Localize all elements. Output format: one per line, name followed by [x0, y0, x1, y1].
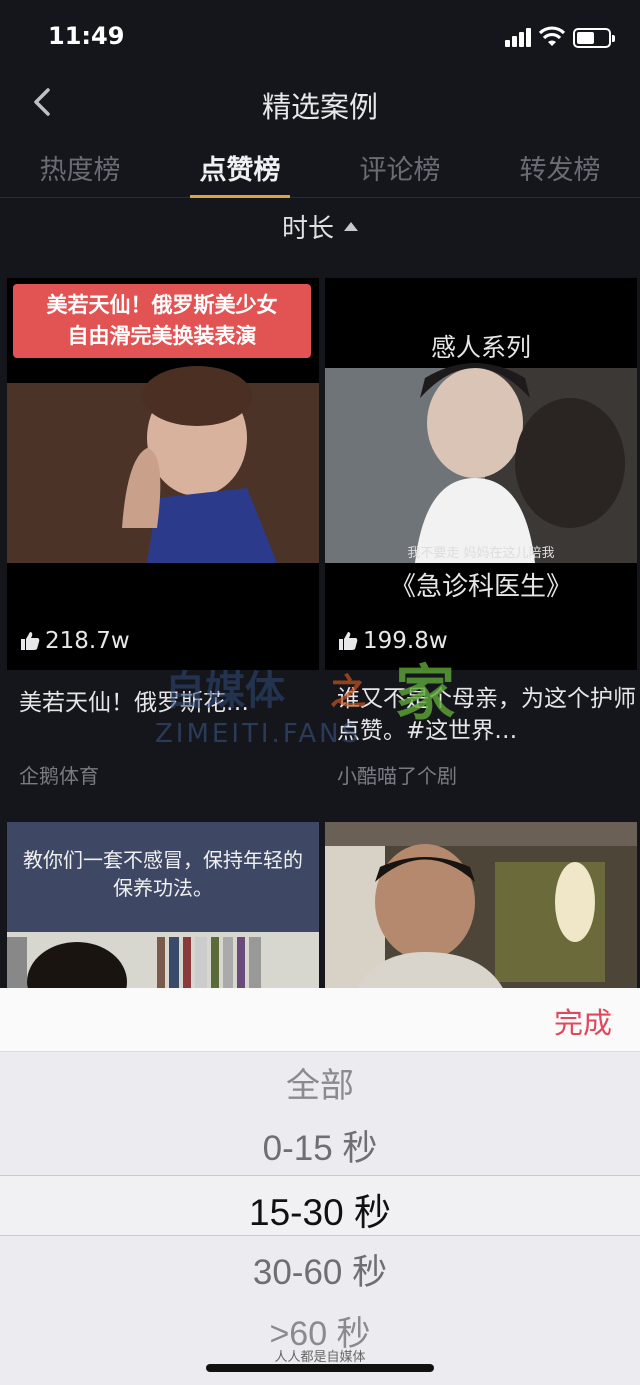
picker-option-15-30[interactable]: 15-30 秒: [0, 1182, 640, 1236]
page-title: 精选案例: [261, 90, 378, 124]
thumbs-up-icon: [21, 632, 40, 650]
done-button[interactable]: 完成: [554, 1000, 612, 1042]
video-card[interactable]: 感人系列 我不要走 妈妈在这儿陪我 《急诊科医生》 199.8w 谁又不是个母亲…: [325, 278, 637, 798]
nav-bar: 精选案例: [0, 70, 640, 134]
tab-hot[interactable]: 热度榜: [0, 136, 160, 197]
duration-filter[interactable]: 时长: [0, 208, 640, 245]
duration-filter-label: 时长: [281, 214, 334, 244]
battery-level: [577, 32, 594, 44]
tab-likes[interactable]: 点赞榜: [160, 136, 320, 198]
picker-option-30-60[interactable]: 30-60 秒: [0, 1244, 640, 1295]
video-thumbnail: 美若天仙！俄罗斯美少女 自由滑完美换装表演 218.7w: [7, 278, 319, 670]
thumbs-up-icon: [339, 632, 358, 650]
man-portrait-image: [325, 822, 637, 988]
video-card[interactable]: [325, 822, 637, 988]
like-count-value: 199.8w: [363, 628, 448, 654]
video-card[interactable]: 美若天仙！俄罗斯美少女 自由滑完美换装表演 218.7w 美若天仙！俄罗斯花… …: [7, 278, 319, 798]
video-title: 谁又不是个母亲，为这个护师点赞。#这世界…: [337, 686, 636, 744]
video-thumbnail: 教你们一套不感冒，保持年轻的保养功法。: [7, 822, 319, 988]
video-author[interactable]: 小酷喵了个剧: [337, 760, 457, 789]
like-count: 218.7w: [19, 628, 130, 654]
tab-comments[interactable]: 评论榜: [320, 136, 480, 197]
video-author[interactable]: 企鹅体育: [19, 760, 99, 789]
battery-icon: [573, 28, 615, 48]
status-time: 11:49: [48, 22, 125, 50]
like-count: 199.8w: [337, 628, 448, 654]
footer-watermark: 人人都是自媒体: [0, 1346, 640, 1365]
ranking-tabs: 热度榜 点赞榜 评论榜 转发榜: [0, 136, 640, 198]
video-caption: 教你们一套不感冒，保持年轻的保养功法。: [23, 848, 303, 900]
video-subtitle: 我不要走 妈妈在这儿陪我: [407, 546, 555, 561]
video-caption: 美若天仙！俄罗斯美少女 自由滑完美换装表演: [13, 284, 311, 358]
video-title: 美若天仙！俄罗斯花…: [19, 690, 249, 716]
wifi-icon: [539, 26, 565, 46]
picker-option-all[interactable]: 全部: [0, 1058, 640, 1107]
footer-watermark-text: 人人都是自媒体: [274, 1350, 366, 1365]
picker-option-0-15[interactable]: 0-15 秒: [0, 1120, 640, 1171]
video-thumbnail: 感人系列 我不要走 妈妈在这儿陪我 《急诊科医生》 199.8w: [325, 278, 637, 670]
status-bar: 11:49: [0, 0, 640, 80]
like-count-value: 218.7w: [45, 628, 130, 654]
cellular-signal-icon: [505, 28, 531, 47]
video-thumbnail: [325, 822, 637, 988]
video-caption: 感人系列: [430, 333, 531, 362]
caret-up-icon: [344, 222, 358, 231]
video-caption-bottom: 《急诊科医生》: [389, 572, 572, 602]
picker-toolbar: 完成: [0, 988, 640, 1052]
tab-shares[interactable]: 转发榜: [480, 136, 640, 197]
home-indicator[interactable]: [206, 1364, 434, 1372]
video-card[interactable]: 教你们一套不感冒，保持年轻的保养功法。: [7, 822, 319, 988]
